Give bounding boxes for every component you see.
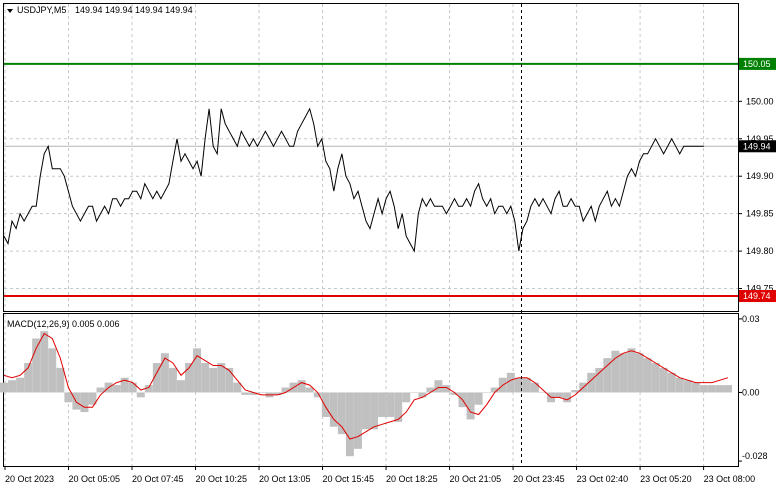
macd-histogram-bar xyxy=(675,377,684,393)
macd-histogram-bar xyxy=(611,350,620,393)
chart-header: USDJPY,M5 149.94 149.94 149.94 149.94 xyxy=(7,5,193,15)
macd-histogram-bar xyxy=(482,392,491,393)
macd-histogram-bar xyxy=(80,392,89,413)
macd-histogram-bar xyxy=(168,367,177,393)
x-axis-tick-label: 23 Oct 05:20 xyxy=(640,474,692,484)
macd-histogram-bar xyxy=(595,367,604,393)
macd-histogram-bar xyxy=(635,353,644,393)
macd-histogram-bar xyxy=(353,392,362,449)
macd-axis-tick-label: -0.028 xyxy=(742,451,768,461)
macd-histogram-bar xyxy=(530,382,539,393)
x-axis-tick-label: 23 Oct 02:40 xyxy=(577,474,629,484)
macd-axis-tick-label: 0.00 xyxy=(742,387,760,397)
macd-histogram-bar xyxy=(667,372,676,393)
macd-histogram-bar xyxy=(56,367,65,393)
symbol-label: USDJPY,M5 xyxy=(17,5,66,15)
macd-histogram-bar xyxy=(241,392,250,395)
macd-histogram-bar xyxy=(40,331,49,393)
macd-histogram-bar xyxy=(48,348,57,393)
macd-histogram-bar xyxy=(691,382,700,393)
macd-histogram-bar xyxy=(466,392,475,420)
macd-histogram-bar xyxy=(506,372,515,393)
macd-histogram-bar xyxy=(426,387,435,393)
trading-chart[interactable]: 20 Oct 2023 20 Oct 05:05 20 Oct 07:45 20 Oc… xyxy=(0,0,781,489)
x-axis-tick-label: 20 Oct 05:05 xyxy=(69,474,121,484)
macd-histogram-bar xyxy=(627,348,636,393)
macd-histogram-bar xyxy=(683,380,692,393)
x-axis-tick-label: 20 Oct 18:25 xyxy=(386,474,438,484)
macd-axis-tick-label: 0.03 xyxy=(742,314,760,324)
macd-histogram-bar xyxy=(225,367,234,393)
macd-histogram-bar xyxy=(64,392,73,403)
x-axis-tick-label: 20 Oct 21:05 xyxy=(450,474,502,484)
x-axis-tick-label: 20 Oct 10:25 xyxy=(196,474,248,484)
price-axis-tick-label: 149.85 xyxy=(746,209,774,219)
price-axis-tick-label: 150.00 xyxy=(746,96,774,106)
macd-histogram-bar xyxy=(297,380,306,393)
x-axis-tick-label: 20 Oct 07:45 xyxy=(132,474,184,484)
x-axis-tick-label: 20 Oct 13:05 xyxy=(259,474,311,484)
macd-histogram-bar xyxy=(337,392,346,435)
macd-histogram-bar xyxy=(0,382,8,393)
macd-histogram-bar xyxy=(257,392,266,393)
macd-histogram-bar xyxy=(209,367,218,393)
macd-histogram-bar xyxy=(281,387,290,393)
price-axis-tick-label: 149.80 xyxy=(746,246,774,256)
macd-histogram-bar xyxy=(321,392,330,417)
macd-histogram-bar xyxy=(72,392,81,410)
macd-histogram-bar xyxy=(555,392,564,398)
macd-histogram-bar xyxy=(8,380,17,393)
support-price-tag: 149.74 xyxy=(743,291,771,301)
ohlc-values: 149.94 149.94 149.94 149.94 xyxy=(75,5,193,15)
macd-histogram-bar xyxy=(201,363,210,393)
macd-histogram-bar xyxy=(362,392,370,430)
resistance-price-tag: 150.05 xyxy=(743,59,771,69)
x-axis-tick-label: 20 Oct 15:45 xyxy=(323,474,375,484)
macd-histogram-bar xyxy=(378,392,387,417)
macd-histogram-bar xyxy=(643,358,652,393)
macd-histogram-bar xyxy=(402,392,411,403)
macd-histogram-bar xyxy=(410,392,419,393)
current-price-tag: 149.94 xyxy=(743,141,771,151)
macd-histogram-bar xyxy=(136,392,145,398)
macd-histogram-bar xyxy=(112,385,121,393)
price-pane-frame xyxy=(3,3,739,312)
macd-histogram-bar xyxy=(563,392,572,403)
macd-histogram-bar xyxy=(659,367,668,393)
macd-histogram-bar xyxy=(724,385,732,393)
macd-histogram-bar xyxy=(418,392,427,398)
macd-histogram-bar xyxy=(651,363,660,393)
macd-histogram-bar xyxy=(345,392,354,457)
macd-histogram-bar xyxy=(707,385,716,393)
macd-histogram-bar xyxy=(715,385,724,393)
macd-histogram-bar xyxy=(434,380,443,393)
macd-histogram-bar xyxy=(619,353,628,393)
macd-histogram-bar xyxy=(32,338,41,393)
macd-title: MACD(12,26,9) 0.005 0.006 xyxy=(7,319,120,329)
macd-histogram-bar xyxy=(176,380,185,393)
x-axis-tick-label: 20 Oct 2023 xyxy=(5,474,54,484)
x-axis-tick-label: 20 Oct 23:45 xyxy=(513,474,565,484)
chart-svg[interactable]: 20 Oct 2023 20 Oct 05:05 20 Oct 07:45 20 Oc… xyxy=(0,0,781,489)
macd-histogram-bar xyxy=(128,382,137,393)
price-axis-tick-label: 149.90 xyxy=(746,171,774,181)
macd-histogram-bar xyxy=(370,392,379,430)
macd-histogram-bar xyxy=(193,348,202,393)
macd-histogram-bar xyxy=(386,392,395,417)
x-axis-tick-label: 23 Oct 08:00 xyxy=(704,474,756,484)
macd-histogram-bar xyxy=(16,377,25,393)
macd-histogram-bar xyxy=(474,392,483,405)
macd-histogram-bar xyxy=(699,385,708,393)
